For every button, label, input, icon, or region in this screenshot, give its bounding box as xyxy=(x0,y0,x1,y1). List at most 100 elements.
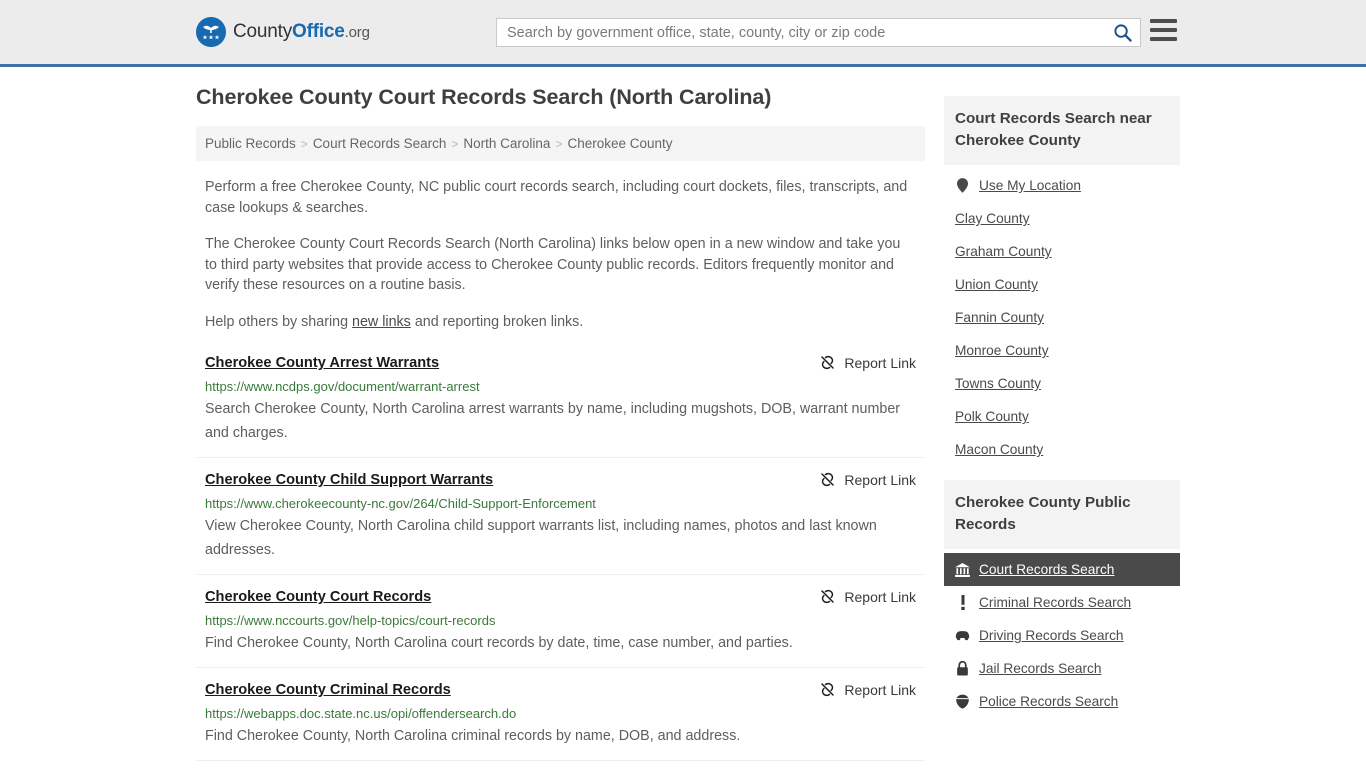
sidebar-item-criminal-records-search[interactable]: Criminal Records Search xyxy=(944,586,1180,619)
result-title-link[interactable]: Cherokee County Criminal Records xyxy=(205,681,451,700)
search-button[interactable] xyxy=(1104,19,1140,46)
sidebar-item-label: Police Records Search xyxy=(979,694,1119,709)
sidebar-item-label: Graham County xyxy=(955,244,1052,259)
police-badge-icon xyxy=(955,694,970,709)
nearby-counties-list: Use My Location Clay County Graham Count… xyxy=(944,165,1180,466)
sidebar-item-label: Polk County xyxy=(955,409,1029,424)
result-item: Cherokee County Court Records Report Lin… xyxy=(196,588,925,668)
result-description: Find Cherokee County, North Carolina cri… xyxy=(205,728,741,744)
result-description: Find Cherokee County, North Carolina cou… xyxy=(205,635,793,651)
breadcrumb-separator: > xyxy=(451,136,459,151)
hamburger-menu-icon[interactable] xyxy=(1150,19,1177,41)
sidebar-item-police-records-search[interactable]: Police Records Search xyxy=(944,685,1180,718)
page-title: Cherokee County Court Records Search (No… xyxy=(196,85,772,109)
courthouse-icon xyxy=(955,562,970,577)
report-link-button[interactable]: Report Link xyxy=(805,354,916,371)
result-item: Cherokee County Child Support Warrants R… xyxy=(196,471,925,575)
sidebar-item-union-county[interactable]: Union County xyxy=(944,268,1180,301)
result-description: Search Cherokee County, North Carolina a… xyxy=(205,401,901,441)
car-icon xyxy=(955,628,970,643)
result-url[interactable]: https://www.ncdps.gov/document/warrant-a… xyxy=(205,379,916,395)
intro-paragraph-3: Help others by sharing new links and rep… xyxy=(205,312,916,333)
brand-part-org: .org xyxy=(344,24,370,41)
sidebar: Court Records Search near Cherokee Count… xyxy=(944,96,1180,768)
main-content: Cherokee County Court Records Search (No… xyxy=(196,85,925,768)
breadcrumb-separator: > xyxy=(300,136,308,151)
sidebar-item-label: Macon County xyxy=(955,442,1044,457)
nearby-counties-box: Court Records Search near Cherokee Count… xyxy=(944,96,1180,466)
sidebar-item-label: Fannin County xyxy=(955,310,1045,325)
report-link-button[interactable]: Report Link xyxy=(805,471,916,488)
sidebar-item-label: Criminal Records Search xyxy=(979,595,1132,610)
result-title-link[interactable]: Cherokee County Court Records xyxy=(205,588,431,607)
public-records-title: Cherokee County Public Records xyxy=(944,480,1180,549)
broken-link-icon xyxy=(821,472,835,487)
intro-p3-before: Help others by sharing xyxy=(205,313,353,330)
site-logo-text: CountyOffice.org xyxy=(233,21,370,43)
sidebar-item-label: Union County xyxy=(955,277,1038,292)
intro-paragraph-2: The Cherokee County Court Records Search… xyxy=(205,236,901,293)
lock-icon xyxy=(955,661,970,676)
site-header: CountyOffice.org xyxy=(0,0,1366,67)
broken-link-icon xyxy=(821,682,835,697)
result-description: View Cherokee County, North Carolina chi… xyxy=(205,518,877,558)
nearby-counties-title: Court Records Search near Cherokee Count… xyxy=(944,96,1180,165)
intro-paragraph-1: Perform a free Cherokee County, NC publi… xyxy=(205,179,908,216)
site-logo-link[interactable]: CountyOffice.org xyxy=(196,17,370,47)
new-links-link[interactable]: new links xyxy=(352,314,411,330)
sidebar-item-graham-county[interactable]: Graham County xyxy=(944,235,1180,268)
result-url[interactable]: https://webapps.doc.state.nc.us/opi/offe… xyxy=(205,706,916,722)
hamburger-bar xyxy=(1150,37,1177,41)
public-records-box: Cherokee County Public Records Court Rec… xyxy=(944,480,1180,718)
sidebar-item-macon-county[interactable]: Macon County xyxy=(944,433,1180,466)
brand-part-office: Office xyxy=(292,21,345,42)
map-pin-icon xyxy=(955,178,970,193)
sidebar-item-label: Jail Records Search xyxy=(979,661,1102,676)
result-title-link[interactable]: Cherokee County Child Support Warrants xyxy=(205,471,493,490)
sidebar-item-monroe-county[interactable]: Monroe County xyxy=(944,334,1180,367)
breadcrumb-item-public-records[interactable]: Public Records xyxy=(205,136,296,151)
search-bar xyxy=(496,18,1141,47)
report-link-button[interactable]: Report Link xyxy=(805,588,916,605)
sidebar-item-fannin-county[interactable]: Fannin County xyxy=(944,301,1180,334)
sidebar-item-label: Clay County xyxy=(955,211,1030,226)
broken-link-icon xyxy=(821,589,835,604)
sidebar-item-label: Towns County xyxy=(955,376,1041,391)
sidebar-item-use-my-location[interactable]: Use My Location xyxy=(944,169,1180,202)
result-item: Cherokee County Arrest Warrants Report L… xyxy=(196,354,925,458)
hamburger-bar xyxy=(1150,28,1177,32)
intro-section: Perform a free Cherokee County, NC publi… xyxy=(196,177,925,332)
sidebar-item-court-records-search[interactable]: Court Records Search xyxy=(944,553,1180,586)
intro-p3-after: and reporting broken links. xyxy=(410,313,584,330)
breadcrumb-item-court-records-search[interactable]: Court Records Search xyxy=(313,136,447,151)
sidebar-item-clay-county[interactable]: Clay County xyxy=(944,202,1180,235)
sidebar-item-jail-records-search[interactable]: Jail Records Search xyxy=(944,652,1180,685)
report-link-label: Report Link xyxy=(844,681,916,698)
sidebar-item-polk-county[interactable]: Polk County xyxy=(944,400,1180,433)
sidebar-item-towns-county[interactable]: Towns County xyxy=(944,367,1180,400)
sidebar-item-driving-records-search[interactable]: Driving Records Search xyxy=(944,619,1180,652)
breadcrumb-item-cherokee-county[interactable]: Cherokee County xyxy=(567,136,672,151)
countyoffice-eagle-logo-icon xyxy=(196,17,226,47)
exclamation-icon xyxy=(955,595,970,610)
hamburger-bar xyxy=(1150,19,1177,23)
results-list: Cherokee County Arrest Warrants Report L… xyxy=(196,354,925,768)
public-records-list: Court Records Search Criminal Records Se… xyxy=(944,549,1180,718)
result-url[interactable]: https://www.nccourts.gov/help-topics/cou… xyxy=(205,613,916,629)
sidebar-item-label: Court Records Search xyxy=(979,562,1115,577)
report-link-label: Report Link xyxy=(844,588,916,605)
search-icon xyxy=(1113,24,1132,42)
sidebar-item-label: Driving Records Search xyxy=(979,628,1124,643)
breadcrumb-item-north-carolina[interactable]: North Carolina xyxy=(463,136,550,151)
breadcrumb: Public Records > Court Records Search > … xyxy=(196,126,925,161)
breadcrumb-separator: > xyxy=(555,136,563,151)
page-body: Cherokee County Court Records Search (No… xyxy=(0,67,1366,768)
sidebar-item-label: Use My Location xyxy=(979,178,1081,193)
report-link-button[interactable]: Report Link xyxy=(805,681,916,698)
result-item: Cherokee County Criminal Records Report … xyxy=(196,681,925,761)
result-url[interactable]: https://www.cherokeecounty-nc.gov/264/Ch… xyxy=(205,496,916,512)
result-title-link[interactable]: Cherokee County Arrest Warrants xyxy=(205,354,439,373)
report-link-label: Report Link xyxy=(844,471,916,488)
report-link-label: Report Link xyxy=(844,354,916,371)
search-input[interactable] xyxy=(497,19,1104,46)
